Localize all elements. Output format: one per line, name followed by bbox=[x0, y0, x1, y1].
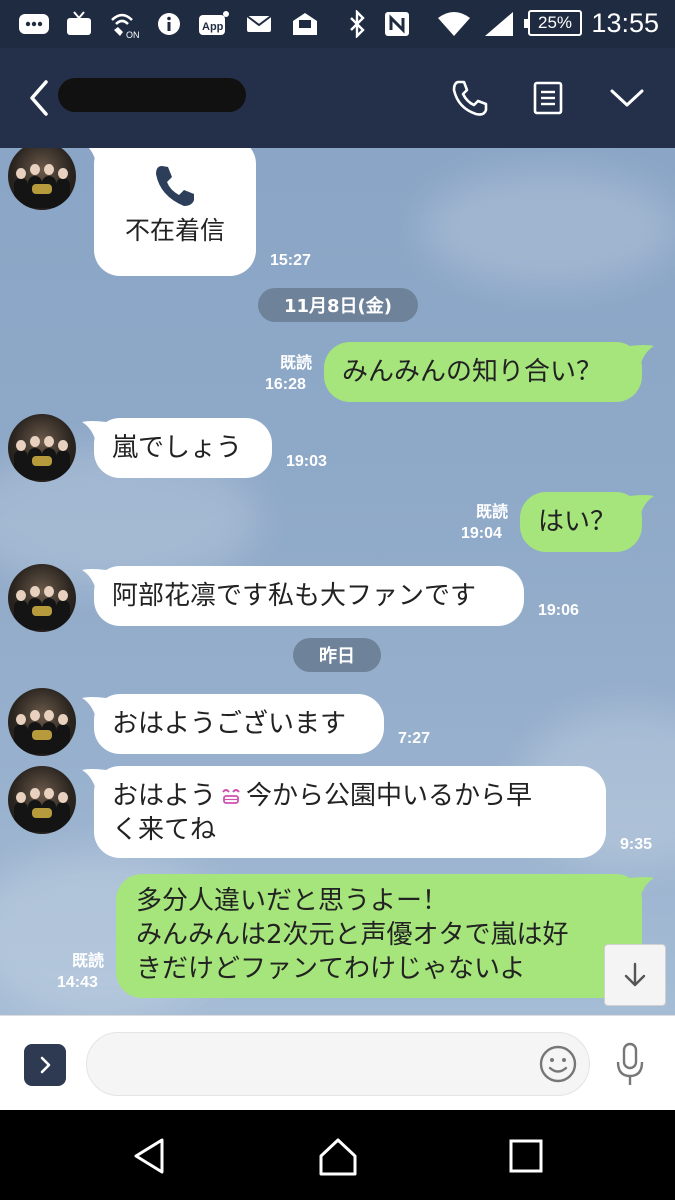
message-text: みんみんの知り合い？ bbox=[342, 357, 603, 387]
read-receipt: 既読 bbox=[71, 951, 104, 970]
wifi-calling-on-icon: ON bbox=[108, 8, 142, 40]
app-icon: App bbox=[198, 8, 230, 40]
battery-indicator: 25% bbox=[524, 10, 582, 36]
message-time: 15:27 bbox=[270, 252, 311, 269]
messenger-icon bbox=[18, 8, 50, 40]
microphone-icon bbox=[616, 1042, 644, 1085]
message-input[interactable] bbox=[86, 1032, 590, 1096]
svg-text:App: App bbox=[202, 21, 224, 33]
bubble-tail bbox=[82, 569, 106, 590]
nfc-icon bbox=[382, 8, 412, 40]
input-bar bbox=[0, 1015, 675, 1110]
tv-icon bbox=[64, 8, 94, 40]
message-time: 9:35 bbox=[620, 836, 653, 853]
message-text: 嵐でしょう bbox=[112, 433, 243, 463]
scroll-to-bottom-button[interactable] bbox=[604, 944, 666, 1006]
chevron-right-icon bbox=[40, 1056, 51, 1074]
status-bar: ON App 25% 13:55 bbox=[0, 0, 675, 48]
message-bubble-incoming[interactable]: おはようございます bbox=[82, 694, 384, 754]
home-icon bbox=[319, 1138, 357, 1176]
phone-icon bbox=[452, 80, 488, 116]
bubble-tail bbox=[88, 148, 103, 162]
message-time: 19:06 bbox=[538, 602, 579, 619]
message-text: おはよう bbox=[112, 781, 217, 811]
message-time: 19:03 bbox=[286, 453, 327, 470]
emoji-button[interactable] bbox=[538, 1044, 578, 1084]
message-time: 19:04 bbox=[461, 525, 502, 542]
missed-call-bubble[interactable]: 不在着信 bbox=[88, 148, 256, 276]
menu-dropdown-button[interactable] bbox=[606, 78, 648, 118]
date-separator: 11月8日(金) bbox=[258, 288, 418, 322]
date-separator: 昨日 bbox=[293, 638, 381, 672]
message-time: 14:43 bbox=[57, 974, 98, 991]
voice-message-button[interactable] bbox=[610, 1040, 650, 1088]
system-navigation-bar bbox=[0, 1110, 675, 1200]
bubble-tail bbox=[630, 345, 654, 366]
message-time: 7:27 bbox=[398, 730, 431, 747]
emoji-icon bbox=[222, 789, 240, 804]
smiley-icon bbox=[539, 1045, 577, 1083]
message-bubble-outgoing[interactable]: はい？ bbox=[520, 492, 654, 552]
message-bubble-outgoing[interactable]: みんみんの知り合い？ bbox=[324, 342, 654, 402]
mail-icon bbox=[244, 8, 274, 40]
nav-back-button[interactable] bbox=[128, 1134, 172, 1178]
bubble-tail bbox=[82, 769, 106, 790]
contact-name-redacted[interactable] bbox=[58, 78, 246, 112]
read-receipt: 既読 bbox=[279, 353, 312, 372]
message-text: おはようございます bbox=[112, 709, 347, 739]
status-time: 13:55 bbox=[591, 8, 659, 38]
missed-call-label: 不在着信 bbox=[124, 216, 225, 245]
bluetooth-icon bbox=[346, 8, 368, 40]
square-recents-icon bbox=[509, 1139, 543, 1173]
message-text: 今から公園中いるから早 bbox=[246, 781, 533, 811]
message-text: きだけどファンてわけじゃないよ bbox=[136, 954, 526, 984]
bubble-tail bbox=[630, 877, 654, 898]
message-text: く来てね bbox=[112, 815, 217, 845]
avatar[interactable] bbox=[8, 414, 76, 482]
bubble-tail bbox=[630, 495, 654, 516]
notification-icon bbox=[290, 8, 320, 40]
chat-header bbox=[0, 48, 675, 148]
svg-text:ON: ON bbox=[126, 30, 140, 40]
message-text: 多分人違いだと思うよー！ bbox=[136, 886, 449, 916]
expand-menu-button[interactable] bbox=[24, 1044, 66, 1086]
message-bubble-outgoing[interactable]: 多分人違いだと思うよー！ みんみんは2次元と声優オタで嵐は好 きだけどファンてわ… bbox=[116, 874, 654, 998]
back-button[interactable] bbox=[22, 76, 62, 120]
read-receipt: 既読 bbox=[475, 502, 508, 521]
arrow-down-icon bbox=[624, 962, 646, 987]
message-text: みんみんは2次元と声優オタで嵐は好 bbox=[136, 920, 569, 950]
message-text: はい？ bbox=[538, 507, 617, 537]
avatar[interactable] bbox=[8, 148, 76, 210]
wifi-icon bbox=[436, 8, 472, 40]
bubble-tail bbox=[82, 421, 106, 442]
message-bubble-incoming[interactable]: 阿部花凛です私も大ファンです bbox=[82, 566, 524, 626]
message-bubble-incoming[interactable]: おはよう 今から公園中いるから早 く来てね bbox=[82, 766, 606, 858]
signal-icon bbox=[482, 8, 516, 40]
chat-area[interactable]: 不在着信 15:27 11月8日(金) 既読 16:28 みんみんの知り合い？ … bbox=[0, 148, 675, 1015]
back-arrow-icon bbox=[30, 80, 48, 116]
message-time: 16:28 bbox=[265, 376, 306, 393]
nav-recents-button[interactable] bbox=[504, 1134, 548, 1178]
avatar[interactable] bbox=[8, 688, 76, 756]
chevron-down-icon bbox=[610, 89, 644, 107]
notes-icon bbox=[533, 81, 563, 115]
bubble-tail bbox=[82, 697, 106, 718]
background-cloud bbox=[420, 168, 675, 288]
notes-button[interactable] bbox=[528, 78, 570, 118]
phone-icon bbox=[156, 166, 194, 206]
call-button[interactable] bbox=[448, 78, 490, 118]
triangle-back-icon bbox=[134, 1138, 164, 1174]
avatar[interactable] bbox=[8, 766, 76, 834]
info-icon bbox=[156, 8, 182, 40]
nav-home-button[interactable] bbox=[316, 1134, 360, 1178]
avatar[interactable] bbox=[8, 564, 76, 632]
message-text: 阿部花凛です私も大ファンです bbox=[112, 581, 477, 611]
message-bubble-incoming[interactable]: 嵐でしょう bbox=[82, 418, 272, 478]
